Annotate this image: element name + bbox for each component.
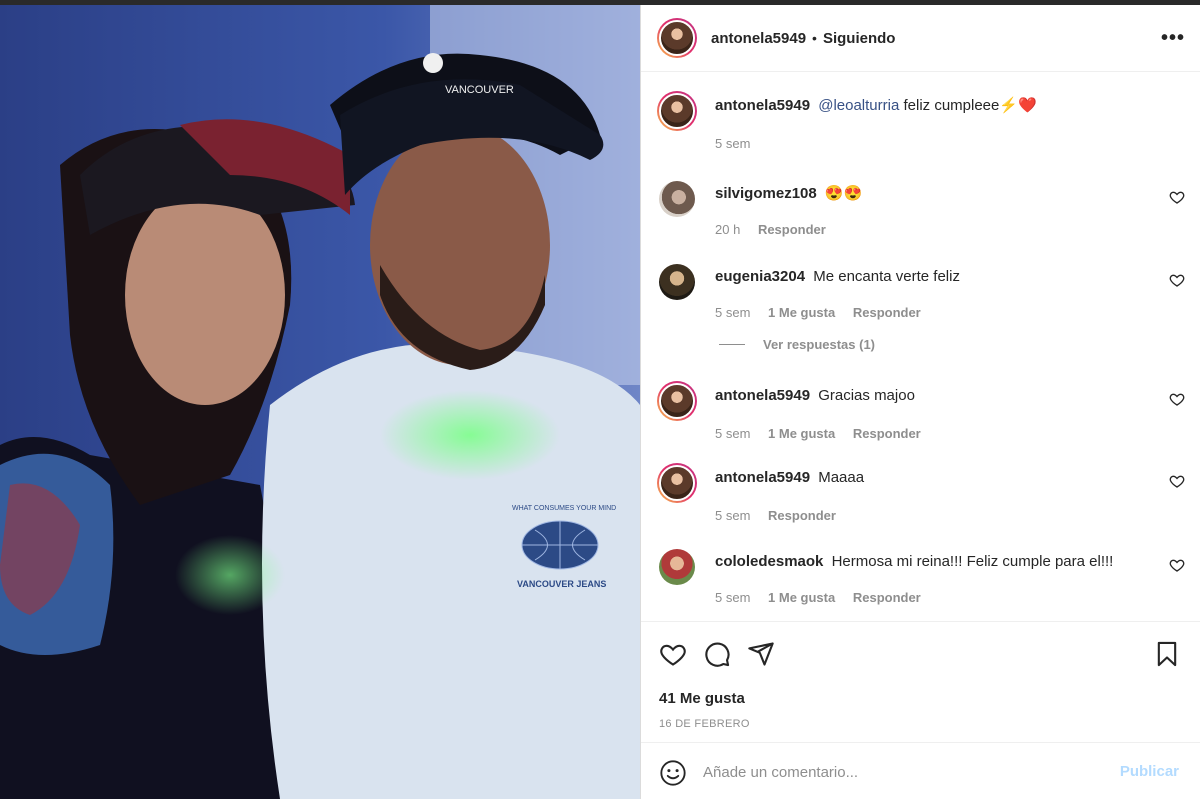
shirt-print-bottom: VANCOUVER JEANS	[517, 579, 606, 589]
add-comment-bar: Publicar	[641, 742, 1200, 799]
likes-count[interactable]: 41 Me gusta	[659, 690, 745, 707]
commenter-avatar[interactable]	[659, 264, 695, 300]
reply-button[interactable]: Responder	[758, 222, 826, 237]
comment-text: Hermosa mi reina!!! Feliz cumple para el…	[831, 553, 1114, 570]
view-replies-button[interactable]: Ver respuestas (1)	[719, 337, 875, 352]
share-icon[interactable]	[747, 640, 775, 668]
comment-item: cololedesmaok Hermosa mi reina!!! Feliz …	[657, 547, 1185, 611]
post-actions: 41 Me gusta 16 DE FEBRERO	[641, 621, 1200, 743]
comment-likes[interactable]: 1 Me gusta	[768, 305, 835, 320]
comment-time[interactable]: 5 sem	[715, 426, 750, 441]
comment-username[interactable]: silvigomez108	[715, 185, 817, 202]
comment-icon[interactable]	[703, 640, 731, 668]
comment-text: Me encanta verte feliz	[813, 268, 960, 285]
photo-illustration: VANCOUVER WHAT CONSUMES YOUR MIND VANCOU…	[0, 5, 640, 799]
comment-time[interactable]: 5 sem	[715, 590, 750, 605]
comment-meta: 20 h Responder	[715, 222, 840, 237]
cap-logo-text: VANCOUVER	[445, 84, 514, 96]
post-side-panel: antonela5949 • Siguiendo ••• antonela594…	[640, 5, 1200, 799]
view-replies-label: Ver respuestas (1)	[763, 337, 876, 352]
reply-button[interactable]: Responder	[853, 590, 921, 605]
caption-username[interactable]: antonela5949	[715, 97, 810, 114]
like-comment-heart-icon[interactable]	[1169, 473, 1185, 489]
heart-icon[interactable]	[659, 640, 687, 668]
comment-username[interactable]: antonela5949	[715, 469, 810, 486]
like-comment-heart-icon[interactable]	[1169, 391, 1185, 407]
replies-line	[719, 344, 745, 345]
like-comment-heart-icon[interactable]	[1169, 189, 1185, 205]
publish-button[interactable]: Publicar	[1120, 763, 1179, 780]
caption-meta: 5 sem	[715, 136, 764, 151]
comment-meta: 5 sem Responder	[715, 508, 850, 523]
caption-mention[interactable]: @leoalturria	[818, 97, 899, 114]
comment-text: Gracias majoo	[818, 387, 915, 404]
comment-likes[interactable]: 1 Me gusta	[768, 590, 835, 605]
caption-avatar[interactable]	[657, 91, 697, 131]
bookmark-icon[interactable]	[1153, 640, 1181, 668]
post-date: 16 DE FEBRERO	[659, 718, 750, 730]
comment-username[interactable]: eugenia3204	[715, 268, 805, 285]
comment-item: antonela5949 Gracias majoo 5 sem 1 Me gu…	[657, 381, 1185, 445]
author-avatar[interactable]	[657, 18, 697, 58]
like-comment-heart-icon[interactable]	[1169, 272, 1185, 288]
post-caption: antonela5949 @leoalturria feliz cumpleee…	[657, 91, 1185, 161]
caption-text: feliz cumpleee⚡❤️	[903, 97, 1037, 114]
comment-username[interactable]: antonela5949	[715, 387, 810, 404]
comment-text: 😍😍	[824, 185, 863, 202]
comment-meta: 5 sem 1 Me gusta Responder	[715, 426, 935, 441]
shirt-print-top: WHAT CONSUMES YOUR MIND	[512, 505, 616, 512]
comment-likes[interactable]: 1 Me gusta	[768, 426, 835, 441]
comment-username[interactable]: cololedesmaok	[715, 553, 823, 570]
post-header: antonela5949 • Siguiendo •••	[641, 5, 1200, 72]
comment-item: silvigomez108 😍😍 20 h Responder	[657, 179, 1185, 243]
comment-item: eugenia3204 Me encanta verte feliz 5 sem…	[657, 262, 1185, 326]
commenter-avatar[interactable]	[659, 181, 695, 217]
commenter-avatar[interactable]	[657, 463, 697, 503]
commenter-avatar[interactable]	[659, 549, 695, 585]
emoji-icon[interactable]	[659, 759, 687, 787]
reply-button[interactable]: Responder	[853, 305, 921, 320]
author-username[interactable]: antonela5949	[711, 30, 806, 47]
commenter-avatar[interactable]	[657, 381, 697, 421]
header-separator: •	[812, 30, 817, 46]
reply-button[interactable]: Responder	[768, 508, 836, 523]
follow-status-button[interactable]: Siguiendo	[823, 30, 896, 47]
comments-list[interactable]: antonela5949 @leoalturria feliz cumpleee…	[641, 73, 1200, 621]
add-comment-input[interactable]	[703, 757, 1093, 787]
post-photo[interactable]: VANCOUVER WHAT CONSUMES YOUR MIND VANCOU…	[0, 5, 640, 799]
like-comment-heart-icon[interactable]	[1169, 557, 1185, 573]
comment-time[interactable]: 20 h	[715, 222, 740, 237]
comment-text: Maaaa	[818, 469, 865, 486]
comment-item: antonela5949 Maaaa 5 sem Responder	[657, 463, 1185, 527]
comment-time[interactable]: 5 sem	[715, 508, 750, 523]
reply-button[interactable]: Responder	[853, 426, 921, 441]
comment-time[interactable]: 5 sem	[715, 305, 750, 320]
more-icon[interactable]: •••	[1161, 27, 1185, 50]
caption-time[interactable]: 5 sem	[715, 136, 750, 151]
comment-meta: 5 sem 1 Me gusta Responder	[715, 305, 935, 320]
comment-meta: 5 sem 1 Me gusta Responder	[715, 590, 935, 605]
